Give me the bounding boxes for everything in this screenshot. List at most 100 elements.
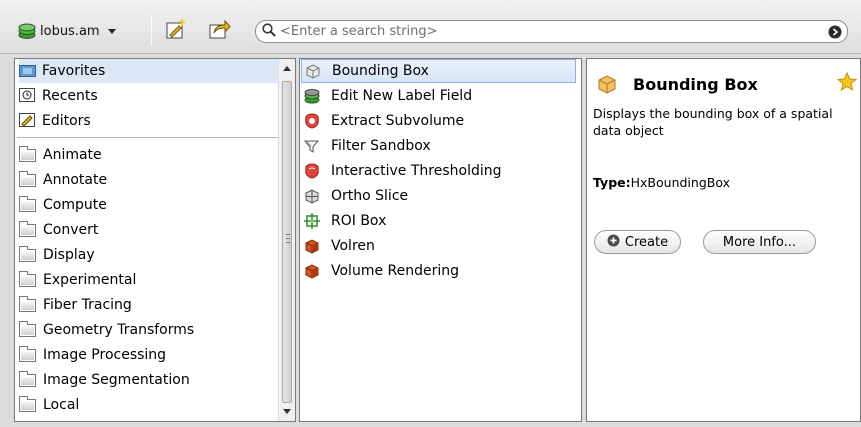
more-info-button[interactable]: More Info...	[703, 230, 816, 254]
category-experimental[interactable]: Experimental	[19, 268, 136, 292]
details-type-label: Type:	[593, 175, 631, 190]
module-details: Bounding Box Displays the bounding box o…	[586, 58, 861, 422]
details-description: Displays the bounding box of a spatial d…	[593, 106, 833, 138]
module-label: Volren	[331, 238, 375, 254]
object-selector[interactable]: lobus.am	[18, 20, 116, 42]
module-item-bounding-box[interactable]: Bounding Box	[301, 59, 576, 83]
module-label: ROI Box	[331, 213, 387, 229]
object-selector-label: lobus.am	[40, 23, 100, 39]
category-local[interactable]: Local	[19, 393, 79, 417]
category-label: Compute	[43, 197, 107, 213]
folder-icon	[19, 245, 36, 262]
bounding-box-icon	[597, 74, 617, 94]
scrollbar-thumb[interactable]	[282, 81, 292, 403]
scroll-up-icon[interactable]	[283, 66, 291, 71]
category-display[interactable]: Display	[19, 243, 95, 267]
category-animate[interactable]: Animate	[19, 143, 102, 167]
filter-sandbox-icon	[303, 138, 320, 154]
module-item-extract-subvolume[interactable]: Extract Subvolume	[304, 109, 579, 133]
search-field[interactable]: <Enter a search string>	[255, 20, 848, 43]
category-editors[interactable]: Editors	[19, 109, 91, 133]
category-recents[interactable]: Recents	[19, 84, 98, 108]
category-label: Editors	[42, 113, 91, 129]
category-label: Convert	[43, 222, 99, 238]
chevron-down-icon	[107, 28, 116, 34]
module-item-volume-rendering[interactable]: Volume Rendering	[304, 259, 579, 283]
volren-icon	[304, 238, 320, 254]
recents-icon	[19, 88, 35, 104]
category-label: Image Segmentation	[43, 372, 190, 388]
roi-box-icon	[304, 213, 320, 229]
module-item-ortho-slice[interactable]: Ortho Slice	[304, 184, 579, 208]
create-button-label: Create	[624, 234, 669, 250]
folder-icon	[19, 270, 36, 287]
editors-icon	[19, 113, 35, 129]
label-field-icon	[304, 88, 320, 104]
category-label: Annotate	[43, 172, 108, 188]
category-label: Image Processing	[43, 347, 167, 363]
folder-icon	[19, 195, 36, 212]
folder-icon	[19, 220, 36, 237]
category-favorites[interactable]: Favorites	[19, 59, 283, 83]
plus-circle-icon	[607, 234, 620, 251]
folder-icon	[19, 295, 36, 312]
folder-icon	[19, 395, 36, 412]
category-divider	[17, 137, 285, 138]
search-options-icon[interactable]	[828, 25, 842, 43]
details-type: Type:HxBoundingBox	[593, 175, 730, 190]
module-item-interactive-thresholding[interactable]: Interactive Thresholding	[304, 159, 579, 183]
folder-icon	[19, 345, 36, 362]
new-editor-icon	[165, 17, 189, 45]
folder-icon	[19, 370, 36, 387]
category-fiber-tracing[interactable]: Fiber Tracing	[19, 293, 132, 317]
grip-icon	[286, 234, 290, 243]
favorites-folder-icon	[19, 63, 36, 79]
ortho-slice-icon	[304, 188, 320, 204]
category-label: Animate	[43, 147, 102, 163]
favorite-star-icon[interactable]	[836, 71, 858, 96]
create-button[interactable]: Create	[594, 230, 681, 254]
category-label: Display	[43, 247, 95, 263]
more-info-button-label: More Info...	[722, 234, 797, 250]
bounding-box-icon	[305, 63, 321, 79]
search-icon	[262, 22, 276, 41]
module-list: Bounding Box Edit New Label Field Extrac…	[299, 58, 582, 422]
module-label: Interactive Thresholding	[331, 163, 502, 179]
details-title: Bounding Box	[633, 74, 758, 94]
module-item-filter-sandbox[interactable]: Filter Sandbox	[303, 134, 579, 158]
module-label: Ortho Slice	[331, 188, 409, 204]
module-label: Bounding Box	[332, 63, 429, 79]
category-annotate[interactable]: Annotate	[19, 168, 107, 192]
folder-icon	[19, 170, 36, 187]
category-geometry-transforms[interactable]: Geometry Transforms	[19, 318, 194, 342]
category-image-processing[interactable]: Image Processing	[19, 343, 166, 367]
category-compute[interactable]: Compute	[19, 193, 107, 217]
category-convert[interactable]: Convert	[19, 218, 98, 242]
module-label: Filter Sandbox	[331, 138, 431, 154]
category-image-segmentation[interactable]: Image Segmentation	[19, 368, 190, 392]
module-label: Extract Subvolume	[331, 113, 465, 129]
module-label: Edit New Label Field	[331, 88, 473, 104]
search-placeholder: <Enter a search string>	[280, 24, 438, 39]
scroll-down-icon[interactable]	[283, 409, 291, 414]
toolbar-separator	[151, 14, 152, 46]
new-editor-button[interactable]	[163, 17, 191, 45]
module-item-roi-box[interactable]: ROI Box	[304, 209, 579, 233]
category-label: Recents	[42, 88, 98, 104]
module-item-volren[interactable]: Volren	[304, 234, 579, 258]
extract-subvolume-icon	[304, 113, 320, 129]
folder-icon	[19, 320, 36, 337]
export-button[interactable]	[206, 17, 234, 45]
category-list: Favorites Recents Editors Animate Annota…	[14, 58, 296, 422]
toolbar: lobus.am <Enter a search string>	[0, 0, 861, 54]
category-label: Fiber Tracing	[43, 297, 132, 313]
thresholding-icon	[304, 163, 320, 179]
category-label: Favorites	[42, 63, 106, 79]
module-item-edit-new-label-field[interactable]: Edit New Label Field	[304, 84, 579, 108]
volume-rendering-icon	[304, 263, 320, 279]
details-header: Bounding Box	[597, 74, 758, 94]
category-label: Geometry Transforms	[43, 322, 195, 338]
category-scrollbar[interactable]	[278, 59, 295, 421]
export-arrow-icon	[208, 17, 232, 45]
details-type-value: HxBoundingBox	[630, 175, 730, 190]
